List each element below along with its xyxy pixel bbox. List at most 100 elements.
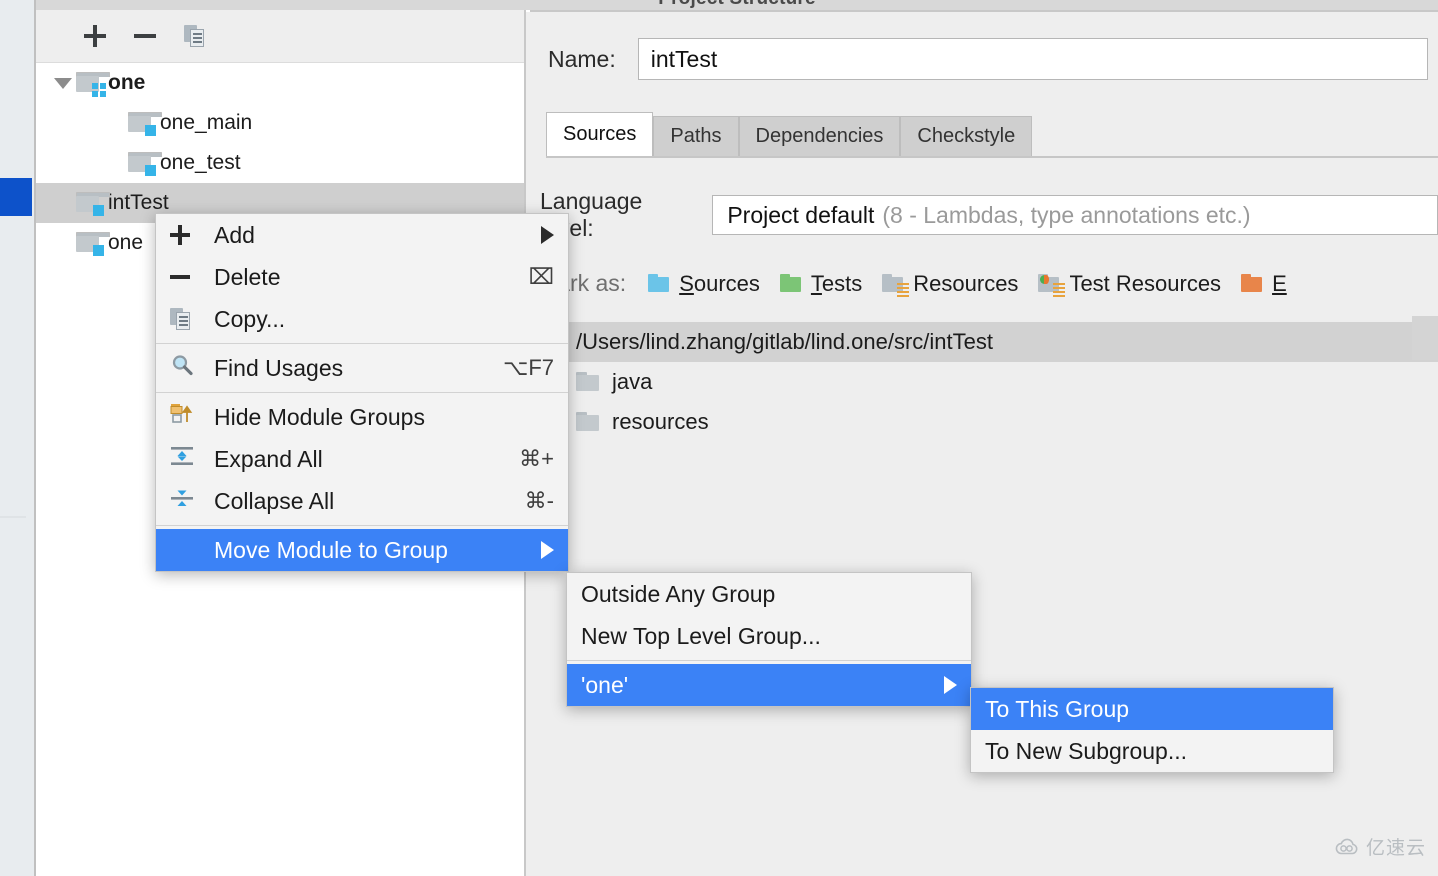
copy-module-button[interactable] [178, 20, 212, 52]
window-titlebar: Project Structure [36, 0, 1438, 10]
tree-row-label: one [108, 231, 144, 254]
mark-as-label-text: Sources [679, 270, 760, 296]
resources-folder-icon [882, 273, 910, 297]
name-label: Name: [548, 45, 616, 72]
menu-item-move-module-to-group[interactable]: Move Module to Group [156, 529, 568, 571]
move-module-to-group-submenu[interactable]: Outside Any Group New Top Level Group... '… [566, 572, 972, 707]
menu-item-add[interactable]: Add [156, 214, 568, 256]
folder-icon [576, 372, 602, 392]
menu-item-shortcut: ⌥F7 [502, 355, 554, 380]
rail-selected-band[interactable] [0, 178, 32, 216]
tab-checkstyle[interactable]: Checkstyle [900, 116, 1033, 156]
module-folder-icon [128, 152, 162, 176]
menu-item-label: 'one' [581, 671, 629, 698]
collapse-all-icon [170, 486, 194, 516]
mark-as-label-text: E [1272, 270, 1287, 296]
window-title: Project Structure [36, 0, 1438, 10]
mark-as-tests[interactable]: Tests [779, 270, 863, 297]
mark-as-resources[interactable]: Resources [882, 271, 1018, 297]
group-target-submenu[interactable]: To This Group To New Subgroup... [970, 687, 1334, 773]
menu-item-label: Move Module to Group [214, 536, 448, 563]
menu-item-icon-slot [170, 275, 214, 279]
cloud-icon [1335, 838, 1358, 854]
tree-row-label: one [108, 71, 146, 94]
tests-folder-icon [779, 273, 804, 294]
add-module-button[interactable] [78, 20, 112, 52]
minus-icon [170, 275, 190, 279]
menu-item-hide-module-groups[interactable]: Hide Module Groups [156, 396, 568, 438]
mark-as-label-text: Test Resources [1069, 270, 1222, 296]
menu-separator [156, 525, 568, 526]
tab-paths[interactable]: Paths [653, 116, 739, 156]
menu-separator [156, 343, 568, 344]
menu-item-label: Collapse All [214, 487, 335, 514]
module-folder-icon [76, 192, 110, 216]
tree-row-label: one_main [160, 111, 253, 134]
details-tabs[interactable]: Sources Paths Dependencies Checkstyle [546, 112, 1033, 156]
menu-item-copy[interactable]: Copy... [156, 298, 568, 340]
tree-row-one-main[interactable]: one_main [36, 103, 524, 143]
mark-as-e[interactable]: E [1241, 271, 1287, 297]
language-level-row: Language level: Project default (8 - Lam… [540, 188, 1438, 242]
menu-item-icon-slot [170, 353, 214, 383]
copy-icon [170, 308, 192, 330]
menu-item-outside-any-group[interactable]: Outside Any Group [567, 573, 971, 615]
menu-item-label: New Top Level Group... [581, 622, 821, 649]
module-tree-toolbar [36, 10, 524, 63]
module-folder-icon [128, 112, 162, 136]
right-panel-scroll-block[interactable] [1412, 316, 1438, 360]
rail-divider [0, 516, 26, 518]
menu-item-delete[interactable]: Delete ⌧ [156, 256, 568, 298]
menu-item-to-new-subgroup[interactable]: To New Subgroup... [971, 730, 1333, 772]
tabs-underline [546, 156, 1438, 158]
plus-icon [170, 225, 190, 245]
mark-as-label-text: Resources [913, 270, 1019, 296]
menu-item-find-usages[interactable]: Find Usages ⌥F7 [156, 347, 568, 389]
tree-row-one-test[interactable]: one_test [36, 143, 524, 183]
menu-item-icon-slot [170, 402, 214, 432]
excluded-folder-icon [1241, 273, 1265, 294]
content-path-child[interactable]: java [540, 362, 1438, 402]
menu-item-collapse-all[interactable]: Collapse All ⌘- [156, 480, 568, 522]
tab-dependencies[interactable]: Dependencies [738, 116, 901, 156]
module-folder-icon [76, 232, 110, 256]
menu-item-label: Find Usages [214, 354, 344, 381]
menu-item-label: Copy... [214, 305, 286, 332]
menu-item-to-this-group[interactable]: To This Group [971, 688, 1333, 730]
content-path-child[interactable]: resources [540, 402, 1438, 442]
remove-module-button[interactable] [128, 20, 162, 52]
menu-item-shortcut: ⌘+ [519, 446, 554, 471]
tree-expand-caret-icon[interactable] [50, 77, 76, 89]
minus-icon [134, 34, 156, 38]
menu-item-expand-all[interactable]: Expand All ⌘+ [156, 438, 568, 480]
submenu-arrow-icon [541, 541, 554, 559]
language-level-hint: (8 - Lambdas, type annotations etc.) [882, 201, 1251, 228]
watermark: 亿速云 [1334, 833, 1426, 860]
mark-as-test-resources[interactable]: Test Resources [1038, 271, 1221, 297]
language-level-value: Project default [727, 201, 875, 228]
menu-item-new-top-level-group[interactable]: New Top Level Group... [567, 615, 971, 657]
language-level-combo[interactable]: Project default (8 - Lambdas, type annot… [712, 195, 1438, 235]
menu-item-label: Add [214, 221, 255, 248]
tree-row-label: one_test [160, 151, 241, 174]
app-root: Project Structure one one_main one_test int… [0, 0, 1438, 876]
mark-as-label-text: Tests [810, 270, 863, 296]
menu-item-icon-slot [170, 225, 214, 245]
menu-item-label: Expand All [214, 445, 323, 472]
content-paths-list[interactable]: /Users/lind.zhang/gitlab/lind.one/src/in… [540, 322, 1438, 442]
mark-as-sources[interactable]: Sources [648, 271, 760, 297]
hide-module-groups-icon [170, 402, 194, 432]
sources-folder-icon [648, 273, 672, 294]
tab-sources[interactable]: Sources [546, 112, 654, 156]
tree-row-one[interactable]: one [36, 63, 524, 103]
search-icon [170, 353, 194, 383]
watermark-text: 亿速云 [1365, 838, 1426, 859]
context-menu[interactable]: Add Delete ⌧ Copy... Find Usages ⌥F7 Hide Modu… [155, 213, 569, 572]
name-input[interactable]: intTest [637, 38, 1428, 80]
menu-item-icon-slot [170, 308, 214, 330]
menu-item--one[interactable]: 'one' [567, 664, 971, 706]
plus-icon [84, 25, 106, 47]
mark-as-row: Mark as: Sources Tests Resources Test Resou… [538, 270, 1307, 297]
menu-item-label: Hide Module Groups [214, 403, 425, 430]
content-root-path[interactable]: /Users/lind.zhang/gitlab/lind.one/src/in… [540, 322, 1438, 362]
